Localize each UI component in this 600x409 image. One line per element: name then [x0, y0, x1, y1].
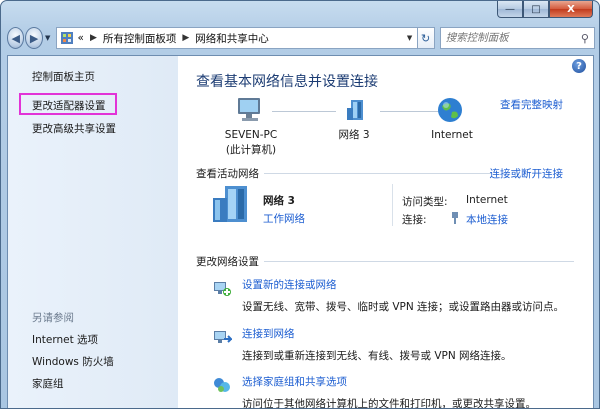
minimize-button[interactable]: — — [497, 1, 523, 18]
connector-line — [272, 111, 336, 112]
divider — [264, 173, 492, 174]
active-networks-heading: 查看活动网络 — [196, 168, 259, 180]
search-icon[interactable]: ⚲ — [581, 32, 589, 45]
connect-network-icon — [214, 331, 232, 343]
breadcrumb-network-sharing-center[interactable]: 网络和共享中心 — [195, 31, 269, 46]
sidebar-item-internet-options[interactable]: Internet 选项 — [32, 332, 98, 347]
vertical-divider — [392, 184, 393, 226]
network-building-icon — [213, 186, 247, 222]
node-network: 网络 3 — [324, 128, 384, 143]
sidebar-item-windows-firewall[interactable]: Windows 防火墙 — [32, 354, 114, 369]
change-settings-heading: 更改网络设置 — [196, 256, 259, 268]
sidebar-item-homegroup[interactable]: 家庭组 — [32, 376, 64, 391]
sidebar-item-advanced-sharing-settings[interactable]: 更改高级共享设置 — [32, 121, 116, 136]
content-area: 控制面板主页 更改适配器设置 更改高级共享设置 另请参阅 Internet 选项… — [7, 55, 594, 409]
connect-disconnect-link[interactable]: 连接或断开连接 — [490, 166, 564, 181]
maximize-button[interactable]: □ — [523, 1, 549, 18]
back-arrow-icon[interactable]: ◀ — [7, 27, 25, 49]
navigation-bar: ◀ ▶ ▼ « ▶ 所有控制面板项 ▶ 网络和共享中心 ▼ ↻ ⚲ — [7, 25, 595, 51]
divider — [264, 261, 574, 262]
connection-label: 连接: — [402, 214, 427, 226]
close-button[interactable]: X — [549, 1, 593, 18]
recent-pages-dropdown-icon[interactable]: ▼ — [44, 34, 52, 42]
task-new-connection: 设置新的连接或网络 设置无线、宽带、拨号、临时或 VPN 连接；或设置路由器或访… — [242, 277, 564, 314]
help-icon[interactable]: ? — [572, 59, 586, 73]
node-sub: (此计算机) — [225, 144, 277, 156]
view-full-map-link[interactable]: 查看完整映射 — [500, 97, 563, 112]
control-panel-icon — [60, 32, 73, 44]
active-network-name: 网络 3 — [263, 195, 295, 207]
window-frame: — □ X ◀ ▶ ▼ « ▶ 所有控制面板项 ▶ 网络和共享中心 ▼ ↻ ⚲ — [0, 0, 600, 409]
task-description: 设置无线、宽带、拨号、临时或 VPN 连接；或设置路由器或访问点。 — [242, 301, 565, 313]
node-this-computer: SEVEN-PC (此计算机) — [216, 128, 286, 158]
breadcrumb-separator-icon: ▶ — [89, 33, 97, 43]
new-connection-icon — [214, 282, 231, 296]
task-title-link[interactable]: 选择家庭组和共享选项 — [242, 374, 536, 389]
sidebar-item-control-panel-home[interactable]: 控制面板主页 — [32, 69, 95, 84]
connector-line — [380, 111, 440, 112]
forward-arrow-icon[interactable]: ▶ — [25, 27, 43, 49]
node-name: SEVEN-PC — [224, 129, 278, 141]
computer-icon — [238, 98, 260, 121]
main-panel: ? 查看基本网络信息并设置连接 查看完整映射 SEVEN-PC (此计算机) 网… — [178, 56, 593, 409]
network-icon — [347, 100, 363, 120]
page-title: 查看基本网络信息并设置连接 — [196, 74, 378, 90]
task-description: 连接到或重新连接到无线、有线、拨号或 VPN 网络连接。 — [242, 350, 512, 362]
network-type-link[interactable]: 工作网络 — [263, 211, 305, 226]
local-connection-link[interactable]: 本地连接 — [466, 212, 508, 227]
node-internet: Internet — [422, 128, 482, 143]
sidebar: 控制面板主页 更改适配器设置 更改高级共享设置 另请参阅 Internet 选项… — [8, 56, 178, 408]
task-title-link[interactable]: 设置新的连接或网络 — [242, 277, 564, 292]
address-bar[interactable]: « ▶ 所有控制面板项 ▶ 网络和共享中心 ▼ — [55, 27, 418, 49]
window-caption-buttons: — □ X — [497, 1, 593, 18]
globe-icon — [438, 98, 462, 122]
see-also-heading: 另请参阅 — [32, 312, 74, 324]
task-homegroup-sharing: 选择家庭组和共享选项 访问位于其他网络计算机上的文件和打印机，或更改共享设置。 — [242, 374, 536, 409]
access-type-label: 访问类型: — [402, 196, 448, 208]
breadcrumb-all-control-panel-items[interactable]: 所有控制面板项 — [103, 31, 177, 46]
address-history-dropdown-icon[interactable]: ▼ — [403, 34, 417, 42]
breadcrumb-separator-icon: ▶ — [182, 33, 190, 43]
search-box[interactable]: ⚲ — [439, 27, 595, 49]
node-name: Internet — [431, 129, 473, 141]
search-input[interactable] — [445, 32, 581, 44]
sidebar-item-change-adapter-settings[interactable]: 更改适配器设置 — [32, 98, 106, 113]
refresh-icon[interactable]: ↻ — [417, 27, 435, 49]
address-overflow-chevron[interactable]: « — [78, 32, 84, 44]
homegroup-icon — [214, 378, 230, 392]
node-name: 网络 3 — [338, 129, 370, 141]
ethernet-plug-icon — [452, 212, 458, 224]
access-type-value: Internet — [466, 194, 508, 206]
task-connect-network: 连接到网络 连接到或重新连接到无线、有线、拨号或 VPN 网络连接。 — [242, 326, 512, 363]
task-description: 访问位于其他网络计算机上的文件和打印机，或更改共享设置。 — [242, 398, 536, 409]
task-title-link[interactable]: 连接到网络 — [242, 326, 512, 341]
